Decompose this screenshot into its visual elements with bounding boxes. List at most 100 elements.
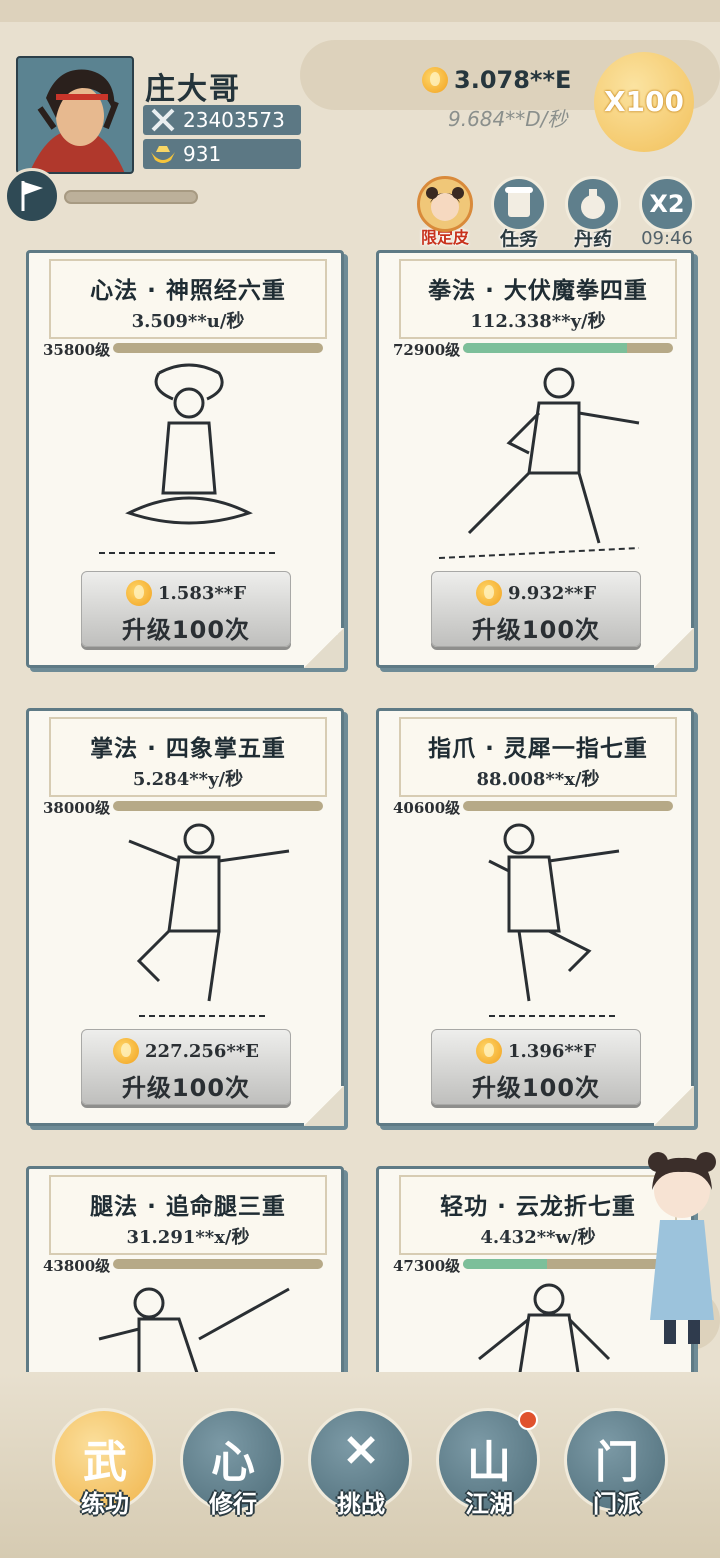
skill-title: 心法 · 神照经六重 <box>90 278 286 304</box>
upgrade-button[interactable]: 1.583**F 升级100次 <box>81 571 291 647</box>
ingot-value: 931 <box>183 142 222 166</box>
skill-title: 指爪 · 灵犀一指七重 <box>428 736 648 762</box>
nav-label: 练功 <box>81 1490 129 1518</box>
pill-gourd-icon <box>565 176 621 232</box>
skill-rate: 4.432**w/秒 <box>480 1227 596 1248</box>
flag-icon <box>21 181 43 211</box>
skill-level: 40600级 <box>393 799 461 817</box>
skill-progress-bar <box>113 1259 323 1269</box>
finger-stance-figure <box>488 823 620 1017</box>
page-corner <box>654 1086 694 1126</box>
skill-title: 腿法 · 追命腿三重 <box>90 1194 286 1220</box>
skill-level: 43800级 <box>43 1257 111 1275</box>
skill-level: 38000级 <box>43 799 111 817</box>
upgrade-label: 升级100次 <box>471 1074 601 1102</box>
skill-title: 轻功 · 云龙折七重 <box>440 1194 636 1220</box>
nav-label: 门派 <box>593 1490 641 1518</box>
upgrade-cost: 1.583**F <box>158 582 246 604</box>
player-name: 庄大哥 <box>145 72 241 107</box>
gold-coin-icon <box>476 580 502 606</box>
skill-title: 拳法 · 大伏魔拳四重 <box>428 278 648 304</box>
combat-power-stat: 23403573 <box>143 105 301 135</box>
card-title-frame: 心法 · 神照经六重 3.509**u/秒 <box>49 259 327 339</box>
upgrade-label: 升级100次 <box>471 616 601 644</box>
skill-card-fist-method: 拳法 · 大伏魔拳四重 112.338**y/秒 72900级 9.932**F… <box>376 250 694 668</box>
nav-label: 修行 <box>209 1490 257 1518</box>
upgrade-button[interactable]: 227.256**E 升级100次 <box>81 1029 291 1105</box>
nav-jianghu[interactable]: 山 江湖 <box>434 1402 544 1522</box>
upgrade-label: 升级100次 <box>121 616 251 644</box>
card-title-frame: 轻功 · 云龙折七重 4.432**w/秒 <box>399 1175 677 1255</box>
guild-flag-button[interactable] <box>4 168 60 224</box>
multiplier-button[interactable]: X100 <box>594 52 694 152</box>
skill-rate: 31.291**x/秒 <box>126 1227 250 1248</box>
double-icon: X2 <box>639 176 695 232</box>
ingot-stat: 931 <box>143 139 301 169</box>
upgrade-label: 升级100次 <box>121 1074 251 1102</box>
nav-label: 挑战 <box>337 1490 385 1518</box>
gold-coin-icon <box>422 67 448 93</box>
skill-progress-bar <box>463 343 673 353</box>
upgrade-cost: 1.396**F <box>508 1040 596 1062</box>
nav-glyph: 心 <box>211 1437 255 1488</box>
palm-stance-figure <box>128 823 290 1017</box>
potion-button[interactable]: 丹药 <box>562 176 624 251</box>
nav-glyph: 山 <box>467 1437 511 1488</box>
gold-rate: 9.684**D/秒 <box>448 107 568 131</box>
skill-level: 47300级 <box>393 1257 461 1275</box>
skill-level: 35800级 <box>43 341 111 359</box>
combat-power-value: 23403573 <box>183 108 285 132</box>
nav-practice[interactable]: 武 练功 <box>50 1402 160 1522</box>
skill-progress-bar <box>463 801 673 811</box>
gold-coin-icon <box>113 1038 140 1064</box>
nav-glyph: 门 <box>595 1437 639 1488</box>
npc-girl-character[interactable] <box>642 1150 720 1350</box>
gold-coin-icon <box>126 580 152 606</box>
skill-card-palm-method: 掌法 · 四象掌五重 5.284**y/秒 38000级 227.256**E … <box>26 708 344 1126</box>
skill-progress-bar <box>113 343 323 353</box>
fist-stance-figure <box>438 367 640 559</box>
card-title-frame: 掌法 · 四象掌五重 5.284**y/秒 <box>49 717 327 797</box>
player-avatar[interactable] <box>16 56 134 174</box>
upgrade-button[interactable]: 9.932**F 升级100次 <box>431 571 641 647</box>
notification-badge <box>518 1410 538 1430</box>
skill-rate: 88.008**x/秒 <box>476 769 600 790</box>
card-title-frame: 腿法 · 追命腿三重 31.291**x/秒 <box>49 1175 327 1255</box>
task-button[interactable]: 任务 <box>488 176 550 251</box>
card-title-frame: 拳法 · 大伏魔拳四重 112.338**y/秒 <box>399 259 677 339</box>
skill-progress-fill <box>463 1259 547 1269</box>
skin-character-icon <box>417 176 473 232</box>
page-corner <box>654 628 694 668</box>
scroll-icon <box>491 176 547 232</box>
double-reward-button[interactable]: X2 09:46 <box>636 176 698 249</box>
skill-rate: 112.338**y/秒 <box>470 311 606 332</box>
cloud-decoration <box>0 0 720 22</box>
card-title-frame: 指爪 · 灵犀一指七重 88.008**x/秒 <box>399 717 677 797</box>
meditating-figure <box>99 363 279 554</box>
guild-progress-bar <box>64 190 198 204</box>
nav-challenge[interactable]: ✕ 挑战 <box>306 1402 416 1522</box>
double-label: X2 <box>649 190 685 218</box>
skill-level: 72900级 <box>393 341 461 359</box>
skill-rate: 3.509**u/秒 <box>131 311 245 332</box>
gold-coin-icon <box>476 1038 502 1064</box>
upgrade-cost: 227.256**E <box>145 1040 259 1062</box>
nav-label: 江湖 <box>465 1490 513 1518</box>
skill-rate: 5.284**y/秒 <box>132 769 244 790</box>
gold-ingot-icon <box>149 142 177 166</box>
skill-progress-bar <box>113 801 323 811</box>
upgrade-cost: 9.932**F <box>508 582 596 604</box>
skill-card-leg-method: 腿法 · 追命腿三重 31.291**x/秒 43800级 <box>26 1166 344 1396</box>
skill-card-finger-method: 指爪 · 灵犀一指七重 88.008**x/秒 40600级 1.396**F … <box>376 708 694 1126</box>
skill-title: 掌法 · 四象掌五重 <box>90 736 286 762</box>
nav-glyph: 武 <box>83 1437 127 1488</box>
skill-card-heart-method: 心法 · 神照经六重 3.509**u/秒 35800级 1.583**F 升级… <box>26 250 344 668</box>
page-corner <box>304 1086 344 1126</box>
upgrade-button[interactable]: 1.396**F 升级100次 <box>431 1029 641 1105</box>
crossed-swords-icon <box>149 108 177 132</box>
gold-value: 3.078**E <box>454 66 572 94</box>
skill-progress-fill <box>463 343 627 353</box>
nav-cultivation[interactable]: 心 修行 <box>178 1402 288 1522</box>
nav-sect[interactable]: 门 门派 <box>562 1402 672 1522</box>
page-corner <box>304 628 344 668</box>
